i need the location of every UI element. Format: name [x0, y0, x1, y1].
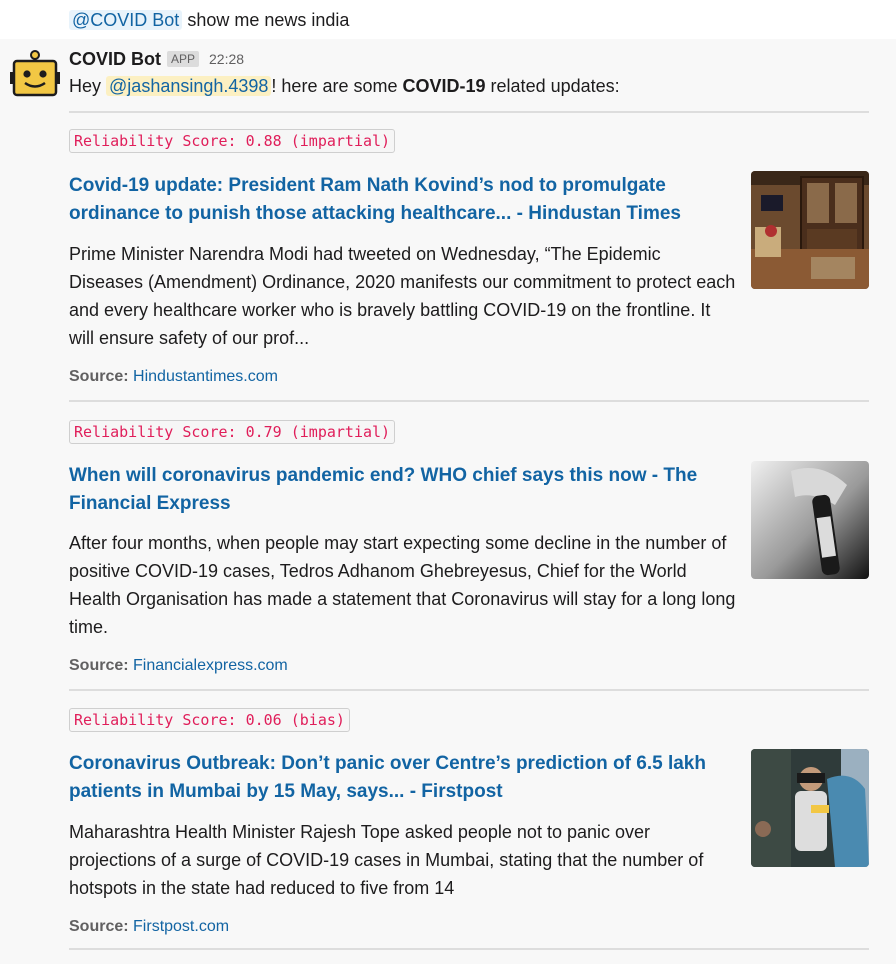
user-command: show me news india: [187, 10, 350, 30]
news-item: Reliability Score: 0.79 (impartial) When…: [69, 420, 869, 674]
user-message: @COVID Bot show me news india: [0, 0, 896, 39]
divider: [69, 400, 869, 402]
divider: [69, 948, 869, 950]
news-thumbnail[interactable]: [751, 171, 869, 289]
divider: [69, 689, 869, 691]
intro-prefix: Hey: [69, 76, 102, 96]
news-title-link[interactable]: Covid-19 update: President Ram Nath Kovi…: [69, 172, 737, 228]
news-description: After four months, when people may start…: [69, 533, 736, 637]
news-thumbnail[interactable]: [751, 461, 869, 579]
news-thumbnail[interactable]: [751, 749, 869, 867]
intro-text: Hey @jashansingh.4398! here are some COV…: [69, 73, 620, 99]
bot-message: COVID Bot APP 22:28 Hey @jashansingh.439…: [0, 39, 896, 964]
news-item: Reliability Score: 0.06 (bias) Coronavir…: [69, 708, 869, 935]
source-label: Source:: [69, 368, 129, 385]
source-link[interactable]: Financialexpress.com: [133, 657, 288, 674]
news-title-link[interactable]: Coronavirus Outbreak: Don’t panic over C…: [69, 750, 737, 806]
robot-avatar-icon[interactable]: [10, 49, 60, 99]
reliability-score: Reliability Score: 0.79 (impartial): [69, 420, 396, 444]
intro-suffix: related updates:: [490, 76, 620, 96]
source-label: Source:: [69, 918, 129, 935]
news-source: Source: Firstpost.com: [69, 916, 229, 938]
user-mention[interactable]: @jashansingh.4398: [106, 76, 272, 96]
news-description: Prime Minister Narendra Modi had tweeted…: [69, 244, 736, 348]
bot-name[interactable]: COVID Bot: [69, 49, 161, 70]
news-title-link[interactable]: When will coronavirus pandemic end? WHO …: [69, 462, 737, 518]
source-link[interactable]: Firstpost.com: [133, 918, 229, 935]
message-header: COVID Bot APP 22:28: [69, 47, 244, 71]
reliability-score: Reliability Score: 0.06 (bias): [69, 708, 350, 732]
source-link[interactable]: Hindustantimes.com: [133, 368, 278, 385]
news-description: Maharashtra Health Minister Rajesh Tope …: [69, 822, 704, 898]
user-message-text: @COVID Bot show me news india: [69, 8, 349, 32]
timestamp[interactable]: 22:28: [209, 51, 244, 67]
divider: [69, 111, 869, 113]
intro-mid: ! here are some: [271, 76, 398, 96]
source-label: Source:: [69, 657, 129, 674]
news-item: Reliability Score: 0.88 (impartial) Covi…: [69, 129, 869, 385]
news-source: Source: Financialexpress.com: [69, 655, 288, 677]
news-source: Source: Hindustantimes.com: [69, 366, 278, 388]
app-badge: APP: [167, 51, 200, 67]
reliability-score: Reliability Score: 0.88 (impartial): [69, 129, 396, 153]
intro-bold: COVID-19: [402, 76, 486, 96]
bot-mention[interactable]: @COVID Bot: [69, 10, 183, 30]
